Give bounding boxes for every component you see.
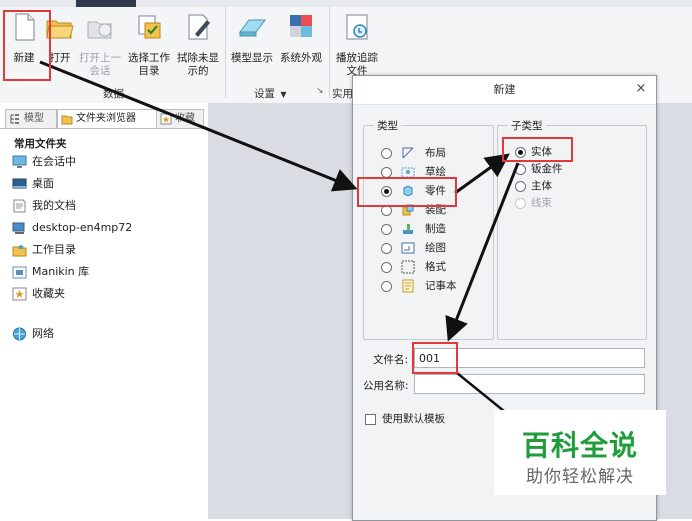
watermark-logo: 百科全说 助你轻松解决 (494, 410, 666, 495)
watermark-subtitle: 助你轻松解决 (526, 467, 634, 487)
arrow-part-to-solid (454, 153, 510, 195)
highlight-solid-option (502, 137, 573, 162)
highlight-part-option (357, 177, 457, 207)
arrow-new-to-part (39, 60, 358, 192)
watermark-title: 百科全说 (521, 429, 638, 462)
highlight-filename-input (412, 342, 458, 374)
highlight-new-button (3, 10, 51, 81)
